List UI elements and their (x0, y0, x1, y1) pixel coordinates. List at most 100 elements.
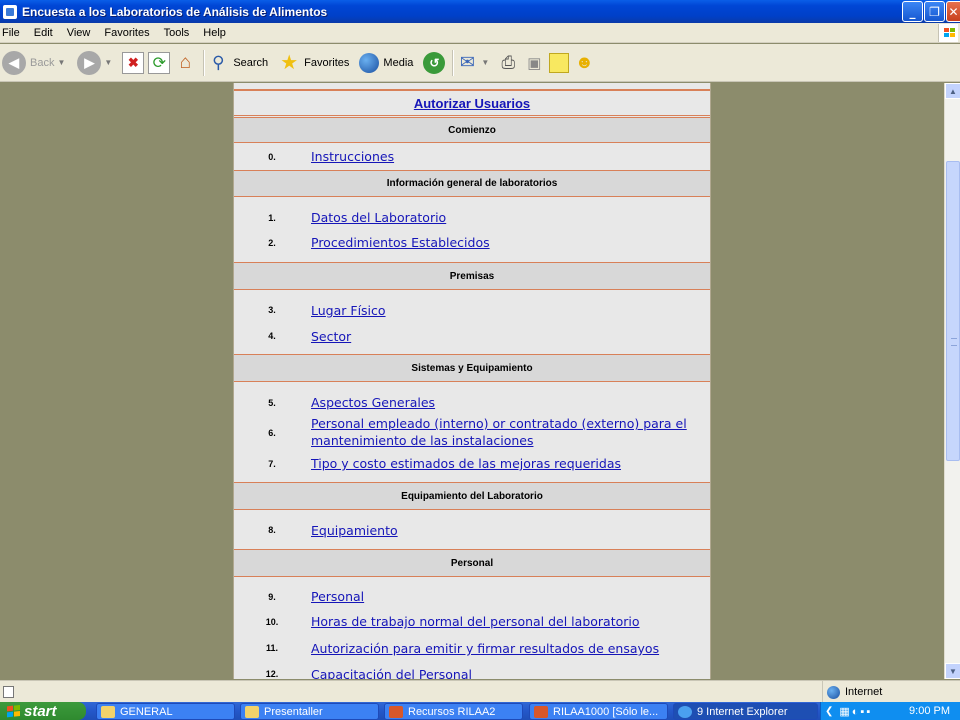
list-item: 5. Aspectos Generales (234, 390, 710, 415)
taskbar-item[interactable]: Presentaller (240, 703, 379, 720)
item-number: 5. (268, 397, 276, 408)
windows-logo-icon (938, 24, 958, 42)
item-number: 8. (268, 525, 276, 535)
item-link[interactable]: Aspectos Generales (311, 394, 435, 411)
system-tray: ❮ ▦◐▪▪ 9:00 PM (820, 702, 960, 720)
presentation-icon (389, 705, 403, 718)
item-link[interactable]: Personal empleado (interno) or contratad… (311, 415, 703, 449)
mail-icon: ✉ (459, 52, 475, 72)
item-number: 12. (265, 669, 279, 679)
menu-favorites[interactable]: Favorites (97, 23, 156, 43)
item-link[interactable]: Tipo y costo estimados de las mejoras re… (311, 455, 621, 472)
item-number: 10. (265, 617, 279, 627)
favorites-button[interactable]: ★ Favorites (278, 47, 349, 79)
messenger-button[interactable]: ☻ (573, 47, 595, 79)
note-icon (549, 52, 570, 73)
menu-tools[interactable]: Tools (157, 23, 197, 43)
item-link[interactable]: Instrucciones (311, 148, 394, 165)
forward-dropdown-icon[interactable]: ▼ (104, 58, 112, 67)
item-link[interactable]: Personal (311, 588, 364, 605)
media-button[interactable]: Media (359, 47, 413, 79)
item-link[interactable]: Equipamiento (311, 522, 398, 539)
item-link[interactable]: Sector (311, 328, 351, 345)
list-item: 3. Lugar Físico (234, 297, 710, 323)
menu-help[interactable]: Help (196, 23, 233, 43)
taskbar-item-ie-group[interactable]: 9 Internet Explorer (673, 703, 818, 720)
section-heading: Premisas (234, 262, 710, 290)
media-globe-icon (359, 52, 380, 73)
tray-icons[interactable]: ▦◐▪▪ (839, 705, 872, 718)
item-link[interactable]: Procedimientos Establecidos (311, 234, 490, 251)
vertical-scrollbar[interactable]: ▲ ▼ (944, 83, 960, 679)
folder-icon (245, 705, 259, 718)
search-icon: ⚲ (212, 52, 225, 72)
media-label: Media (383, 56, 414, 69)
edit-icon: ▣ (527, 54, 542, 72)
mail-dropdown-icon[interactable]: ▼ (481, 58, 489, 67)
scroll-up-icon[interactable]: ▲ (945, 83, 960, 99)
stop-button[interactable]: ✖ (122, 47, 145, 79)
home-button[interactable]: ⌂ (174, 47, 196, 79)
item-link[interactable]: Datos del Laboratorio (311, 209, 446, 226)
list-item: 1. Datos del Laboratorio (234, 205, 710, 230)
search-label: Search (233, 56, 269, 69)
menu-bar: File Edit View Favorites Tools Help (0, 23, 960, 43)
forward-button[interactable]: ▶ ▼ (77, 47, 112, 79)
ie-window-icon (3, 4, 17, 19)
item-link[interactable]: Lugar Físico (311, 302, 386, 319)
history-icon: ↺ (423, 51, 446, 74)
back-dropdown-icon[interactable]: ▼ (57, 58, 65, 67)
menu-edit[interactable]: Edit (27, 23, 60, 43)
taskbar: start GENERAL Presentaller Recursos RILA… (0, 702, 960, 720)
maximize-button[interactable]: ❐ (924, 1, 945, 22)
edit-button[interactable]: ▣ (523, 47, 545, 79)
list-item: 11. Autorización para emitir y firmar re… (234, 635, 710, 661)
menu-view[interactable]: View (60, 23, 98, 43)
list-item: 12. Capacitación del Personal (234, 661, 710, 679)
toolbar: ◀ Back ▼ ▶ ▼ ✖ ⟳ ⌂ ⚲ Search ★ Favorites … (0, 44, 960, 82)
item-link[interactable]: Horas de trabajo normal del personal del… (311, 613, 640, 630)
menu-file[interactable]: File (0, 23, 27, 43)
item-number: 9. (268, 591, 276, 602)
toolbar-separator (452, 49, 454, 76)
home-icon: ⌂ (179, 51, 192, 73)
history-button[interactable]: ↺ (423, 47, 446, 79)
taskbar-label: Presentaller (264, 705, 323, 718)
print-button[interactable]: ⎙ (497, 47, 519, 79)
section-heading: Equipamiento del Laboratorio (234, 482, 710, 510)
item-number: 11. (265, 643, 278, 653)
close-button[interactable]: ✕ (946, 1, 960, 22)
section-heading: Comienzo (234, 117, 710, 143)
zone-label: Internet (845, 686, 883, 698)
taskbar-label: RILAA1000 [Sólo le... (553, 705, 659, 718)
back-button[interactable]: ◀ Back ▼ (2, 47, 65, 79)
taskbar-item[interactable]: GENERAL (96, 703, 235, 720)
tray-arrow-icon[interactable]: ❮ (825, 706, 833, 717)
scroll-thumb[interactable] (946, 161, 960, 461)
print-icon: ⎙ (501, 52, 516, 72)
item-number: 6. (268, 428, 276, 438)
search-button[interactable]: ⚲ Search (207, 47, 268, 79)
page-status-icon (3, 685, 14, 698)
minimize-button[interactable]: _ (902, 1, 923, 22)
ie-icon (678, 705, 692, 718)
item-number: 2. (268, 237, 276, 248)
page-title-link[interactable]: Autorizar Usuarios (414, 96, 530, 111)
clock: 9:00 PM (909, 705, 950, 717)
start-button[interactable]: start (0, 702, 86, 720)
discuss-button[interactable] (549, 47, 570, 79)
taskbar-item[interactable]: Recursos RILAA2 (384, 703, 523, 720)
window-title: Encuesta a los Laboratorios de Análisis … (22, 4, 328, 19)
stop-icon: ✖ (122, 51, 145, 74)
security-zone: Internet (822, 681, 882, 703)
item-link[interactable]: Autorización para emitir y firmar result… (311, 640, 659, 657)
refresh-button[interactable]: ⟳ (148, 47, 171, 79)
section-heading: Información general de laboratorios (234, 170, 710, 197)
taskbar-label: 9 Internet Explorer (697, 705, 788, 718)
list-item: 7. Tipo y costo estimados de las mejoras… (234, 451, 710, 476)
scroll-down-icon[interactable]: ▼ (945, 663, 960, 679)
item-link[interactable]: Capacitación del Personal (311, 666, 472, 679)
mail-button[interactable]: ✉ ▼ (456, 47, 489, 79)
list-item: 0. Instrucciones (234, 143, 710, 170)
taskbar-item[interactable]: RILAA1000 [Sólo le... (529, 703, 668, 720)
